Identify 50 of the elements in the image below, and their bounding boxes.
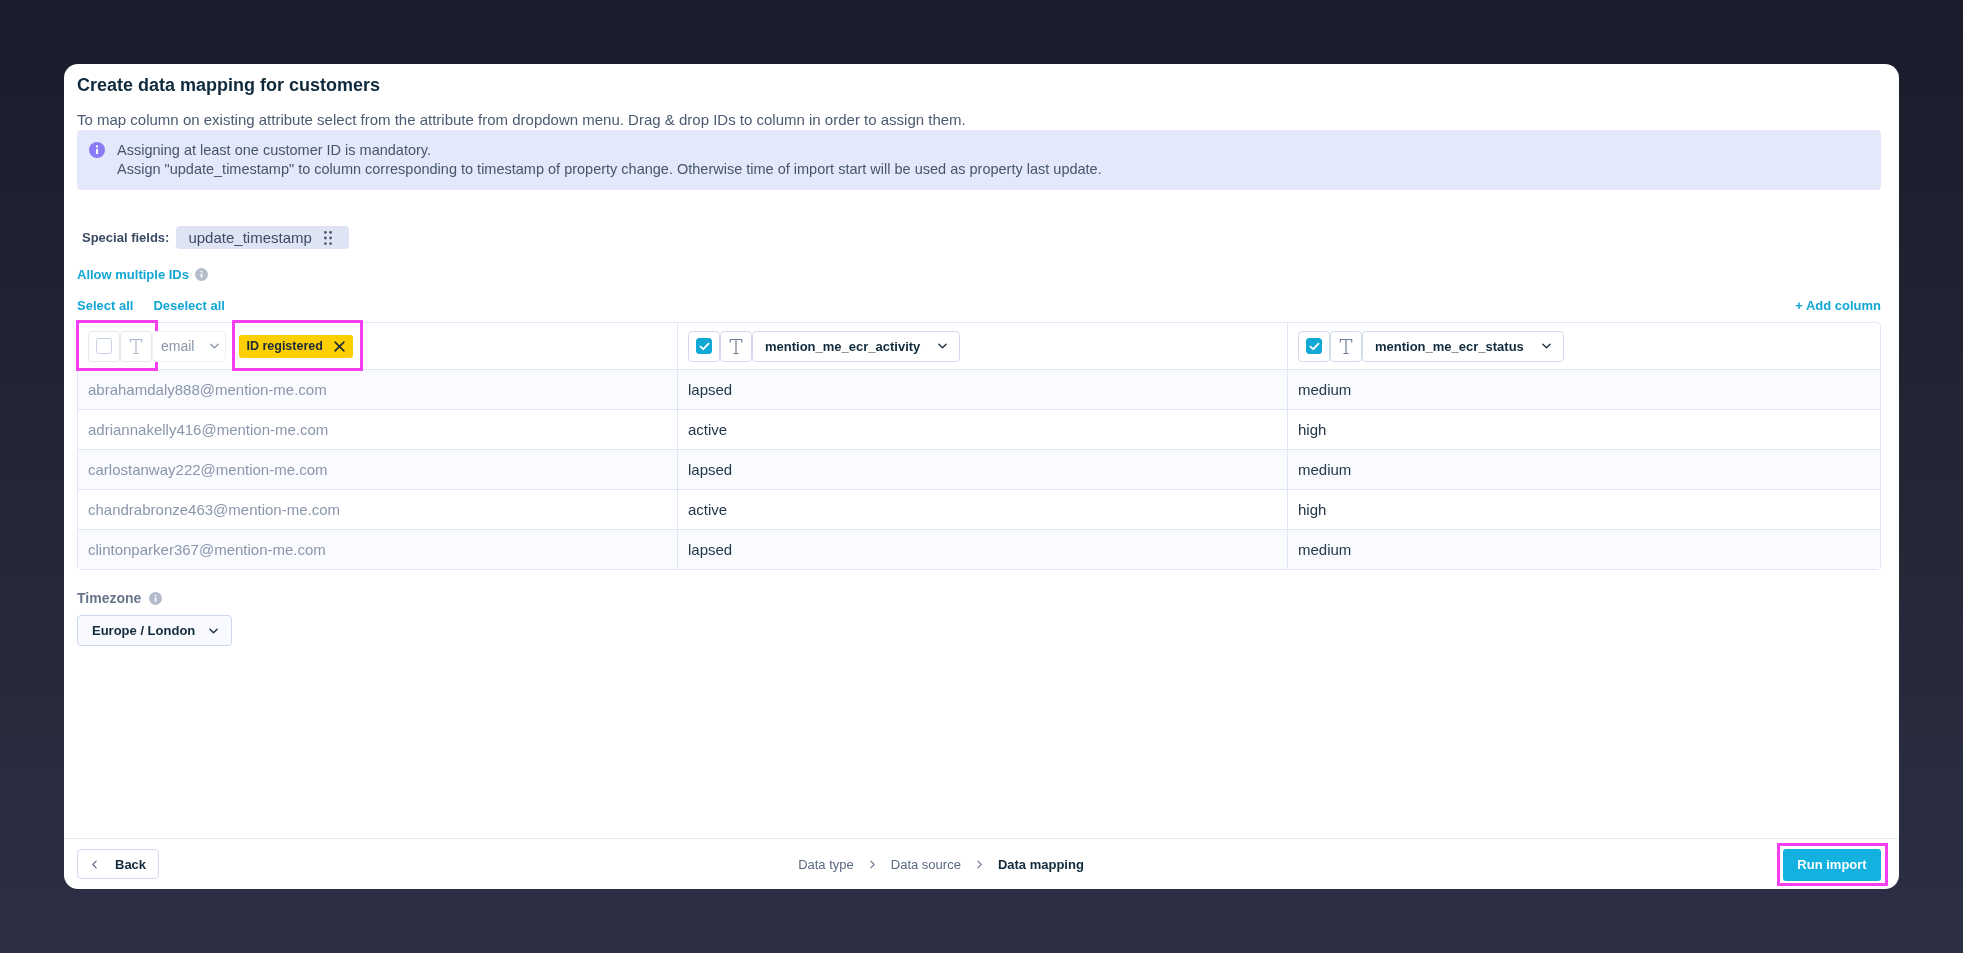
chevron-down-icon [938, 343, 948, 349]
description-text: To map column on existing attribute select from the attribute from dropdown menu. Drag & drop IDs to column in order to assign them. [77, 111, 967, 129]
info-text: Assign "update_timestamp" to column corresponding to timestamp of property change. Otherwise time of import start will be used as property last update. [117, 160, 1102, 179]
chevron-left-icon [92, 859, 97, 869]
close-icon[interactable] [333, 340, 345, 352]
table-cell-text: abrahamdaly888@mention-me.com [87, 380, 328, 400]
checkmark-icon [1308, 341, 1320, 351]
table-cell: medium [1287, 450, 1880, 489]
attribute-dropdown[interactable]: email [152, 330, 227, 362]
breadcrumb-item[interactable]: Data source [890, 856, 961, 872]
checkbox[interactable] [1306, 338, 1322, 354]
table-cell-text: adriannakelly416@mention-me.com [87, 420, 330, 440]
text-type-icon [729, 337, 743, 355]
timezone-dropdown[interactable]: Europe / London [77, 615, 233, 646]
attribute-dropdown[interactable]: mention_me_ecr_status [1362, 330, 1564, 362]
info-icon [89, 142, 105, 158]
chevron-right-icon [869, 859, 875, 869]
timezone-label: Timezone [77, 590, 142, 606]
checkbox[interactable] [96, 338, 112, 354]
breadcrumb-item[interactable]: Data mapping [997, 856, 1084, 872]
attribute-dropdown[interactable]: mention_me_ecr_activity [752, 330, 961, 362]
checkmark-icon [698, 341, 710, 351]
info-text: Assigning at least one customer ID is mandatory. [117, 141, 433, 160]
table-cell-text: carlostanway222@mention-me.com [87, 460, 329, 480]
table-cell: lapsed [677, 370, 1287, 409]
table-cell: lapsed [677, 450, 1287, 489]
text-type-icon [1339, 337, 1353, 355]
text-type-button[interactable] [1330, 330, 1362, 362]
field-chip[interactable]: update_timestamp [176, 226, 349, 249]
chevron-down-icon [1541, 343, 1551, 349]
chevron-down-icon [209, 627, 219, 634]
dialog-title: Create data mapping for customers [77, 74, 382, 96]
text-type-icon [129, 337, 143, 355]
info-icon [194, 267, 208, 281]
drag-handle-icon [323, 230, 332, 245]
table-cell: lapsed [677, 530, 1287, 569]
id-tag[interactable]: ID registered [239, 334, 353, 358]
special-fields-label: Special fields: [82, 230, 170, 245]
info-icon [149, 591, 163, 605]
table-cell-text: chandrabronze463@mention-me.com [87, 500, 342, 520]
checkbox[interactable] [696, 338, 712, 354]
text-type-button[interactable] [720, 330, 752, 362]
table-cell-text: clintonparker367@mention-me.com [87, 540, 327, 560]
table-cell: medium [1287, 530, 1880, 569]
chevron-right-icon [976, 859, 982, 869]
breadcrumb-item[interactable]: Data type [798, 856, 854, 872]
text-type-button[interactable] [120, 330, 152, 362]
chevron-down-icon [210, 343, 220, 349]
table-cell: medium [1287, 370, 1880, 409]
back-button[interactable]: Back [77, 849, 159, 879]
